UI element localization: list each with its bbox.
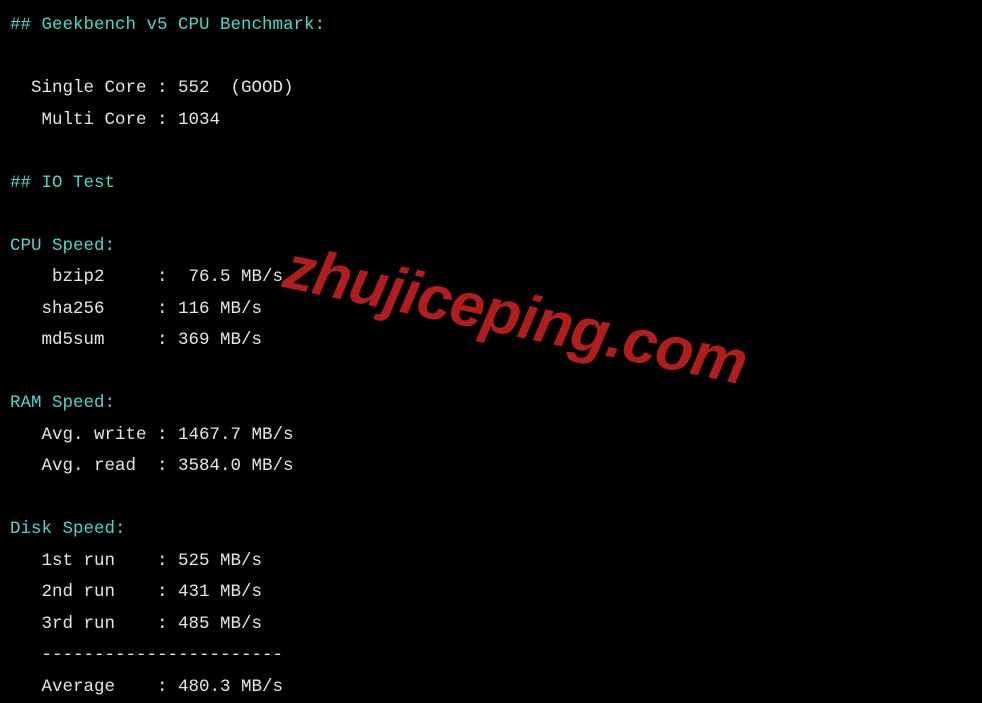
sha256-label: sha256 : bbox=[10, 299, 178, 319]
disk-run2-label: 2nd run : bbox=[10, 582, 178, 602]
multi-core-value: 1034 bbox=[178, 110, 220, 130]
disk-speed-header: Disk Speed: bbox=[10, 514, 972, 546]
ram-speed-header-text: RAM Speed: bbox=[10, 393, 115, 413]
ram-read-line: Avg. read : 3584.0 MB/s bbox=[10, 451, 972, 483]
md5sum-label: md5sum : bbox=[10, 330, 178, 350]
blank-line-4 bbox=[10, 357, 972, 389]
disk-run1-value: 525 MB/s bbox=[178, 551, 262, 571]
io-test-header: ## IO Test bbox=[10, 168, 972, 200]
io-test-header-text: ## IO Test bbox=[10, 173, 115, 193]
ram-read-value: 3584.0 MB/s bbox=[178, 456, 294, 476]
disk-run2-line: 2nd run : 431 MB/s bbox=[10, 577, 972, 609]
disk-avg-label: Average : bbox=[10, 677, 178, 697]
disk-run1-line: 1st run : 525 MB/s bbox=[10, 546, 972, 578]
ram-write-label: Avg. write : bbox=[10, 425, 178, 445]
disk-divider: ----------------------- bbox=[10, 645, 283, 665]
bzip2-label: bzip2 : bbox=[10, 267, 189, 287]
bzip2-value: 76.5 MB/s bbox=[189, 267, 284, 287]
geekbench-header: ## Geekbench v5 CPU Benchmark: bbox=[10, 10, 972, 42]
cpu-speed-header-text: CPU Speed: bbox=[10, 236, 115, 256]
cpu-speed-header: CPU Speed: bbox=[10, 231, 972, 263]
ram-write-line: Avg. write : 1467.7 MB/s bbox=[10, 420, 972, 452]
disk-run3-value: 485 MB/s bbox=[178, 614, 262, 634]
multi-core-line: Multi Core : 1034 bbox=[10, 105, 972, 137]
blank-line-3 bbox=[10, 199, 972, 231]
disk-avg-value: 480.3 MB/s bbox=[178, 677, 283, 697]
blank-line-5 bbox=[10, 483, 972, 515]
single-core-value: 552 (GOOD) bbox=[178, 78, 294, 98]
ram-write-value: 1467.7 MB/s bbox=[178, 425, 294, 445]
single-core-label: Single Core : bbox=[10, 78, 178, 98]
bzip2-line: bzip2 : 76.5 MB/s bbox=[10, 262, 972, 294]
disk-run3-line: 3rd run : 485 MB/s bbox=[10, 609, 972, 641]
multi-core-label: Multi Core : bbox=[10, 110, 178, 130]
disk-run1-label: 1st run : bbox=[10, 551, 178, 571]
sha256-value: 116 MB/s bbox=[178, 299, 262, 319]
disk-speed-header-text: Disk Speed: bbox=[10, 519, 126, 539]
blank-line-2 bbox=[10, 136, 972, 168]
geekbench-header-text: ## Geekbench v5 CPU Benchmark: bbox=[10, 15, 325, 35]
single-core-line: Single Core : 552 (GOOD) bbox=[10, 73, 972, 105]
disk-avg-line: Average : 480.3 MB/s bbox=[10, 672, 972, 703]
blank-line-1 bbox=[10, 42, 972, 74]
disk-run3-label: 3rd run : bbox=[10, 614, 178, 634]
ram-speed-header: RAM Speed: bbox=[10, 388, 972, 420]
md5sum-value: 369 MB/s bbox=[178, 330, 262, 350]
disk-run2-value: 431 MB/s bbox=[178, 582, 262, 602]
md5sum-line: md5sum : 369 MB/s bbox=[10, 325, 972, 357]
ram-read-label: Avg. read : bbox=[10, 456, 178, 476]
sha256-line: sha256 : 116 MB/s bbox=[10, 294, 972, 326]
